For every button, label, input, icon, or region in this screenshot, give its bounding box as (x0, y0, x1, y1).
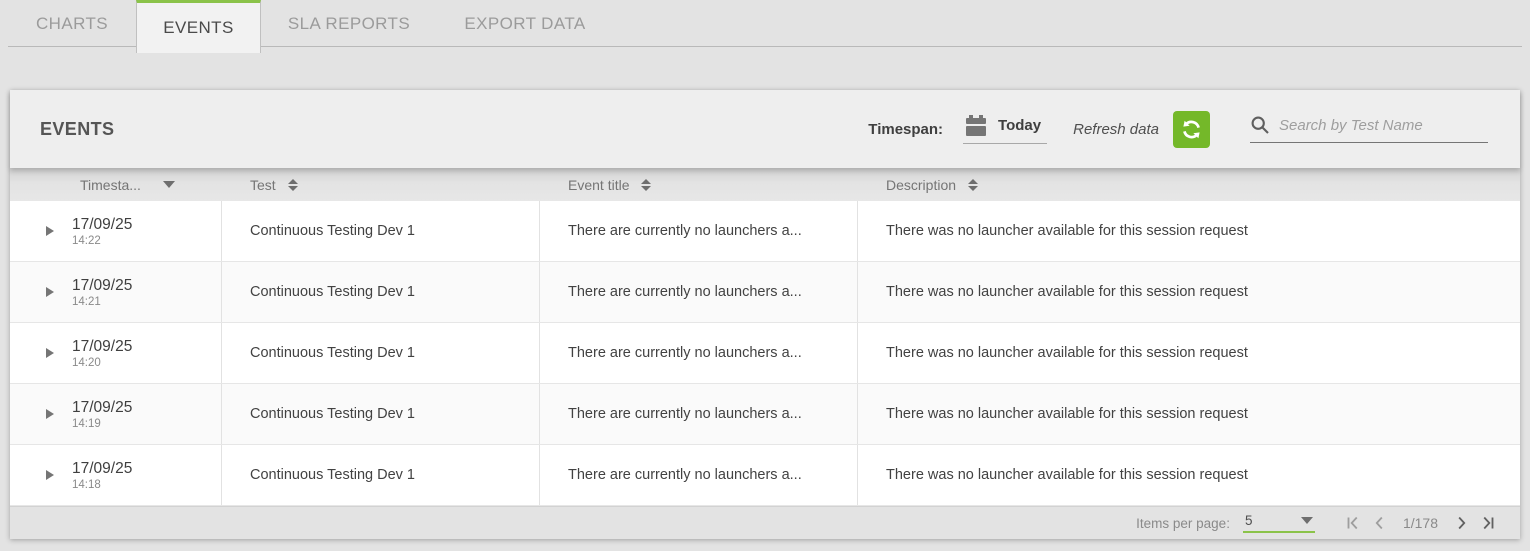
header-controls: Timespan: Today Refresh data (868, 111, 1488, 148)
event-date: 17/09/25 (72, 398, 132, 417)
table-row: 17/09/25 14:22 Continuous Testing Dev 1 … (10, 201, 1520, 262)
last-page-icon (1476, 512, 1498, 534)
event-date: 17/09/25 (72, 337, 132, 356)
timespan-picker[interactable]: Today (963, 115, 1047, 144)
tab-bar: CHARTS EVENTS SLA REPORTS EXPORT DATA (8, 0, 1522, 47)
sort-desc-icon[interactable] (163, 181, 175, 188)
panel-header: EVENTS Timespan: Today Refresh data (10, 90, 1520, 168)
expand-row-icon[interactable] (46, 409, 54, 419)
column-header-description-label: Description (886, 177, 956, 193)
event-time: 14:18 (72, 478, 132, 492)
description-cell: There was no launcher available for this… (858, 384, 1520, 444)
tab-sla-reports[interactable]: SLA REPORTS (261, 0, 437, 47)
table-row: 17/09/25 14:19 Continuous Testing Dev 1 … (10, 384, 1520, 445)
items-per-page-value: 5 (1245, 513, 1253, 528)
sort-icon[interactable] (968, 179, 978, 191)
page-indicator: 1/178 (1403, 515, 1438, 531)
expand-row-icon[interactable] (46, 226, 54, 236)
expand-row-icon[interactable] (46, 470, 54, 480)
page-title: EVENTS (40, 119, 114, 140)
event-title-cell: There are currently no launchers a... (540, 262, 858, 322)
tab-events[interactable]: EVENTS (136, 0, 261, 53)
column-header-description[interactable]: Description (858, 177, 1520, 193)
first-page-button[interactable] (1341, 510, 1367, 536)
event-date: 17/09/25 (72, 215, 132, 234)
timestamp-cell: 17/09/25 14:21 (10, 262, 222, 322)
table-footer: Items per page: 5 1/178 (10, 506, 1520, 539)
test-cell: Continuous Testing Dev 1 (222, 201, 540, 261)
test-cell: Continuous Testing Dev 1 (222, 262, 540, 322)
description-cell: There was no launcher available for this… (858, 262, 1520, 322)
table-row: 17/09/25 14:18 Continuous Testing Dev 1 … (10, 445, 1520, 506)
timestamp-cell: 17/09/25 14:18 (10, 445, 222, 505)
search-box (1250, 115, 1488, 143)
expand-row-icon[interactable] (46, 287, 54, 297)
description-cell: There was no launcher available for this… (858, 323, 1520, 383)
chevron-down-icon (1301, 517, 1313, 524)
event-time: 14:20 (72, 356, 132, 370)
tab-export-data[interactable]: EXPORT DATA (437, 0, 613, 47)
first-page-icon (1343, 512, 1365, 534)
event-time: 14:19 (72, 417, 132, 431)
refresh-icon (1179, 117, 1204, 142)
event-date: 17/09/25 (72, 276, 132, 295)
timestamp-cell: 17/09/25 14:19 (10, 384, 222, 444)
column-header-event-title-label: Event title (568, 177, 629, 193)
sort-icon[interactable] (641, 179, 651, 191)
event-time: 14:22 (72, 234, 132, 248)
tab-charts[interactable]: CHARTS (8, 0, 136, 47)
column-header-timestamp-label: Timesta... (80, 177, 141, 193)
column-header-test[interactable]: Test (222, 177, 540, 193)
sort-icon[interactable] (288, 179, 298, 191)
test-cell: Continuous Testing Dev 1 (222, 445, 540, 505)
items-per-page-select[interactable]: 5 (1243, 513, 1315, 533)
table-header: Timesta... Test Event title Description (10, 168, 1520, 201)
next-page-button[interactable] (1448, 510, 1474, 536)
test-cell: Continuous Testing Dev 1 (222, 323, 540, 383)
chevron-left-icon (1369, 512, 1391, 534)
column-header-test-label: Test (250, 177, 276, 193)
refresh-button[interactable] (1173, 111, 1210, 148)
event-date: 17/09/25 (72, 459, 132, 478)
description-cell: There was no launcher available for this… (858, 445, 1520, 505)
event-title-cell: There are currently no launchers a... (540, 201, 858, 261)
table-row: 17/09/25 14:20 Continuous Testing Dev 1 … (10, 323, 1520, 384)
expand-row-icon[interactable] (46, 348, 54, 358)
table-row: 17/09/25 14:21 Continuous Testing Dev 1 … (10, 262, 1520, 323)
column-header-event-title[interactable]: Event title (540, 177, 858, 193)
events-panel: EVENTS Timespan: Today Refresh data (10, 90, 1520, 539)
event-title-cell: There are currently no launchers a... (540, 384, 858, 444)
search-input[interactable] (1279, 117, 1488, 134)
chevron-right-icon (1450, 512, 1472, 534)
event-title-cell: There are currently no launchers a... (540, 445, 858, 505)
last-page-button[interactable] (1474, 510, 1500, 536)
timespan-label: Timespan: (868, 121, 943, 138)
test-cell: Continuous Testing Dev 1 (222, 384, 540, 444)
previous-page-button[interactable] (1367, 510, 1393, 536)
table-body: 17/09/25 14:22 Continuous Testing Dev 1 … (10, 201, 1520, 506)
timestamp-cell: 17/09/25 14:22 (10, 201, 222, 261)
timespan-value: Today (998, 117, 1041, 134)
event-time: 14:21 (72, 295, 132, 309)
items-per-page-label: Items per page: (1136, 516, 1230, 531)
search-icon (1250, 115, 1270, 135)
timestamp-cell: 17/09/25 14:20 (10, 323, 222, 383)
calendar-icon (965, 115, 987, 136)
description-cell: There was no launcher available for this… (858, 201, 1520, 261)
refresh-data-label: Refresh data (1073, 121, 1159, 138)
pagination: 1/178 (1341, 510, 1500, 536)
page-background-gap (0, 47, 1530, 90)
event-title-cell: There are currently no launchers a... (540, 323, 858, 383)
column-header-timestamp[interactable]: Timesta... (10, 177, 222, 193)
